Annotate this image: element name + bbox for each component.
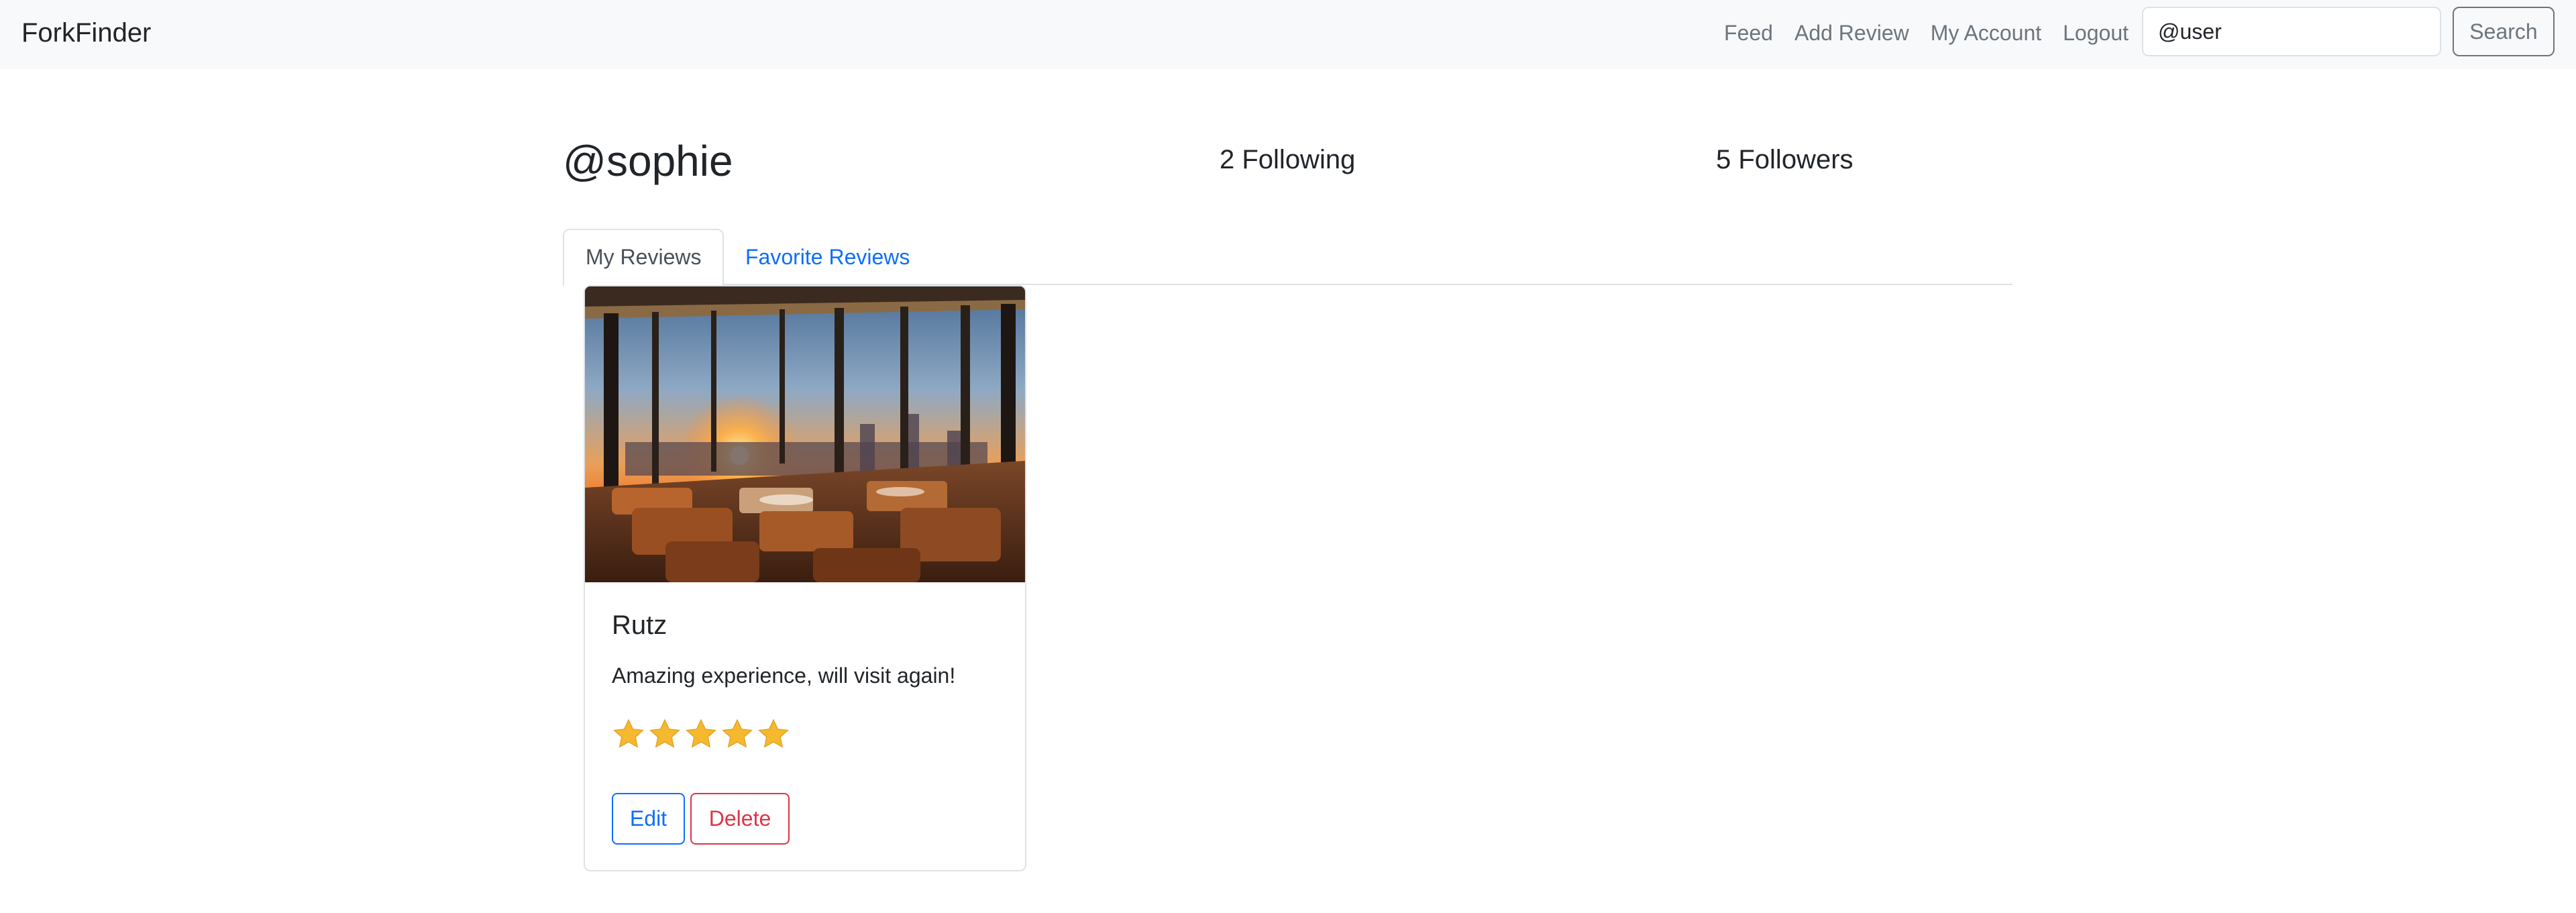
star-icon — [758, 718, 789, 748]
review-text: Amazing experience, will visit again! — [612, 663, 956, 688]
search-input[interactable] — [2142, 7, 2441, 56]
restaurant-photo — [585, 286, 1025, 582]
delete-review-button[interactable]: Delete — [690, 793, 790, 845]
nav-link-my-account[interactable]: My Account — [1931, 16, 2041, 50]
following-count[interactable]: 2 Following — [1220, 142, 1355, 177]
nav-links: Feed Add Review My Account Logout — [1724, 16, 2129, 50]
followers-count[interactable]: 5 Followers — [1716, 142, 1854, 177]
brand-logo[interactable]: ForkFinder — [21, 16, 151, 50]
navbar: ForkFinder Feed Add Review My Account Lo… — [0, 0, 2576, 69]
nav-link-add-review[interactable]: Add Review — [1794, 16, 1909, 50]
star-icon — [686, 718, 716, 748]
edit-review-button[interactable]: Edit — [612, 793, 685, 845]
profile-username: @sophie — [563, 137, 733, 185]
tab-my-reviews[interactable]: My Reviews — [563, 229, 724, 286]
search-button[interactable]: Search — [2453, 7, 2555, 56]
profile-tabs: My Reviews Favorite Reviews — [563, 229, 2012, 286]
nav-link-feed[interactable]: Feed — [1724, 16, 1773, 50]
review-restaurant-name: Rutz — [612, 610, 667, 640]
star-icon — [649, 718, 680, 748]
star-icon — [613, 718, 644, 748]
nav-link-logout[interactable]: Logout — [2063, 16, 2129, 50]
review-card: Rutz Amazing experience, will visit agai… — [584, 285, 1026, 871]
star-rating — [612, 716, 790, 756]
tab-favorite-reviews[interactable]: Favorite Reviews — [722, 229, 932, 285]
star-icon — [722, 718, 753, 748]
